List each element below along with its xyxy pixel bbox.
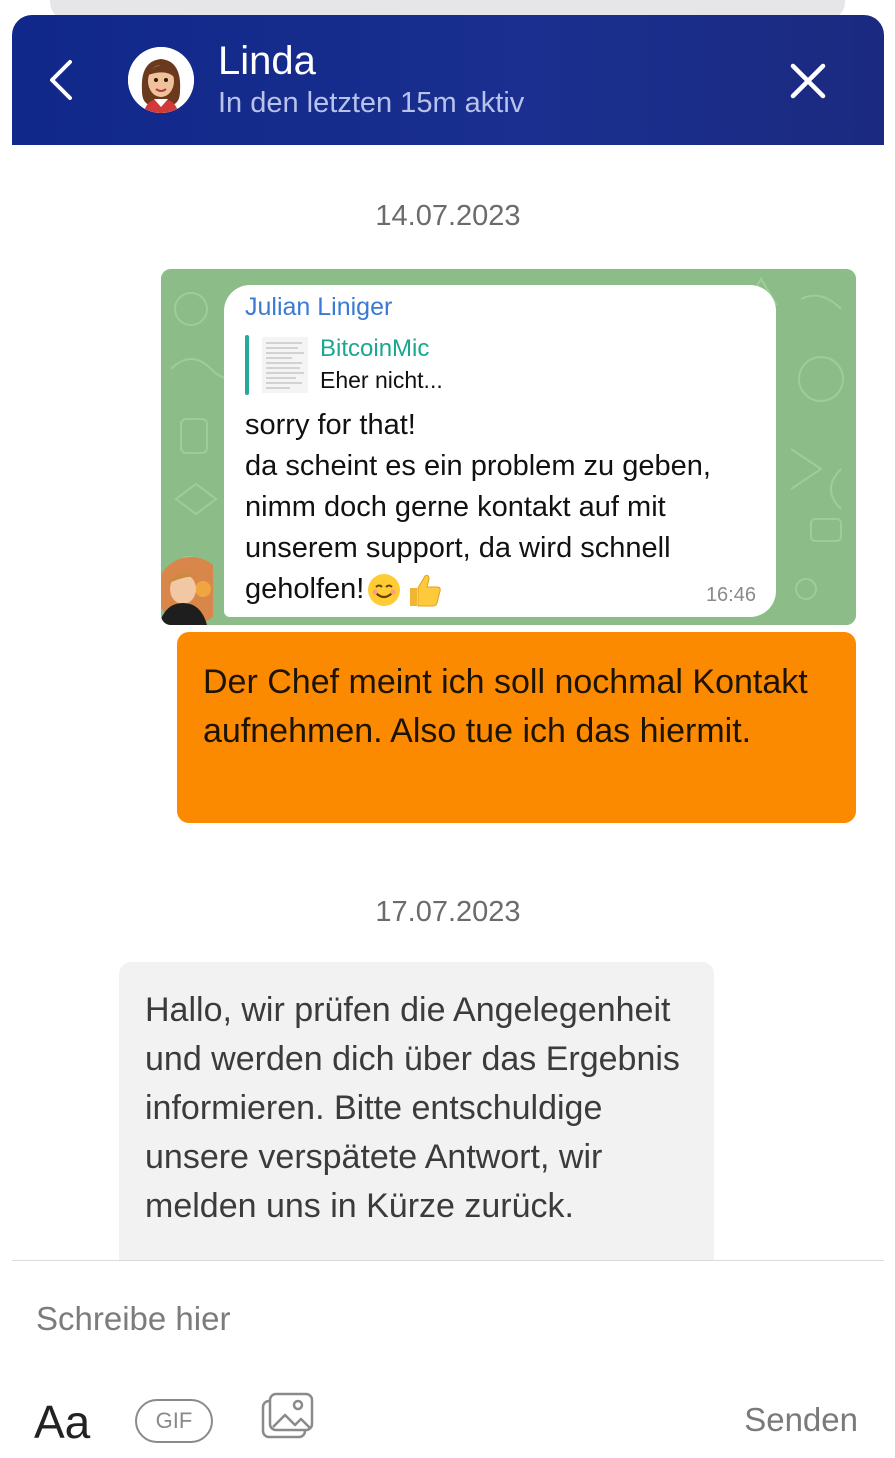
outgoing-message-text: Der Chef meint ich soll nochmal Kontakt … xyxy=(203,663,808,750)
contact-status: In den letzten 15m aktiv xyxy=(218,87,525,119)
telegram-line-last: geholfen! xyxy=(245,569,775,610)
contact-avatar xyxy=(128,47,194,113)
text-format-button[interactable]: Aa xyxy=(34,1395,90,1449)
telegram-line: sorry for that! xyxy=(245,409,416,441)
chat-header: Linda In den letzten 15m aktiv xyxy=(12,15,884,145)
image-message[interactable]: Julian Liniger BitcoinMic Eher nicht... … xyxy=(161,269,856,625)
smiley-emoji-icon xyxy=(368,574,401,607)
back-button[interactable] xyxy=(42,55,82,105)
thumbs-up-emoji-icon xyxy=(410,575,442,607)
telegram-sender-avatar xyxy=(161,557,213,625)
telegram-line: da scheint es ein problem zu geben, xyxy=(245,450,711,482)
close-button[interactable] xyxy=(784,57,832,105)
telegram-sender: Julian Liniger xyxy=(245,293,393,321)
outgoing-message[interactable]: Der Chef meint ich soll nochmal Kontakt … xyxy=(177,632,856,823)
quote-thumbnail xyxy=(262,337,308,393)
message-input[interactable] xyxy=(36,1297,856,1341)
telegram-message-text: sorry for that! da scheint es ein proble… xyxy=(245,405,775,610)
telegram-line-text: geholfen! xyxy=(245,573,365,605)
quote-bar xyxy=(245,335,249,395)
contact-name: Linda xyxy=(218,39,316,83)
quote-text: Eher nicht... xyxy=(320,367,443,393)
image-upload-button[interactable] xyxy=(260,1391,316,1445)
image-icon xyxy=(261,1392,314,1439)
incoming-message-text: Hallo, wir prüfen die Angelegenheit und … xyxy=(145,991,680,1225)
chat-sheet: Linda In den letzten 15m aktiv 14.07.202… xyxy=(12,15,884,1458)
telegram-line: nimm doch gerne kontakt auf mit xyxy=(245,491,666,523)
close-icon xyxy=(790,63,826,99)
gif-button[interactable]: GIF xyxy=(135,1399,213,1443)
send-button[interactable]: Senden xyxy=(744,1401,858,1439)
date-separator: 17.07.2023 xyxy=(375,896,521,928)
date-separator: 14.07.2023 xyxy=(375,200,521,232)
chevron-left-icon xyxy=(50,60,72,100)
quoted-telegram-bubble: Julian Liniger BitcoinMic Eher nicht... … xyxy=(224,285,776,617)
message-composer: Aa GIF Senden xyxy=(12,1260,884,1458)
telegram-time: 16:46 xyxy=(705,584,756,606)
telegram-line: unserem support, da wird schnell xyxy=(245,532,671,564)
quote-author: BitcoinMic xyxy=(320,335,430,362)
